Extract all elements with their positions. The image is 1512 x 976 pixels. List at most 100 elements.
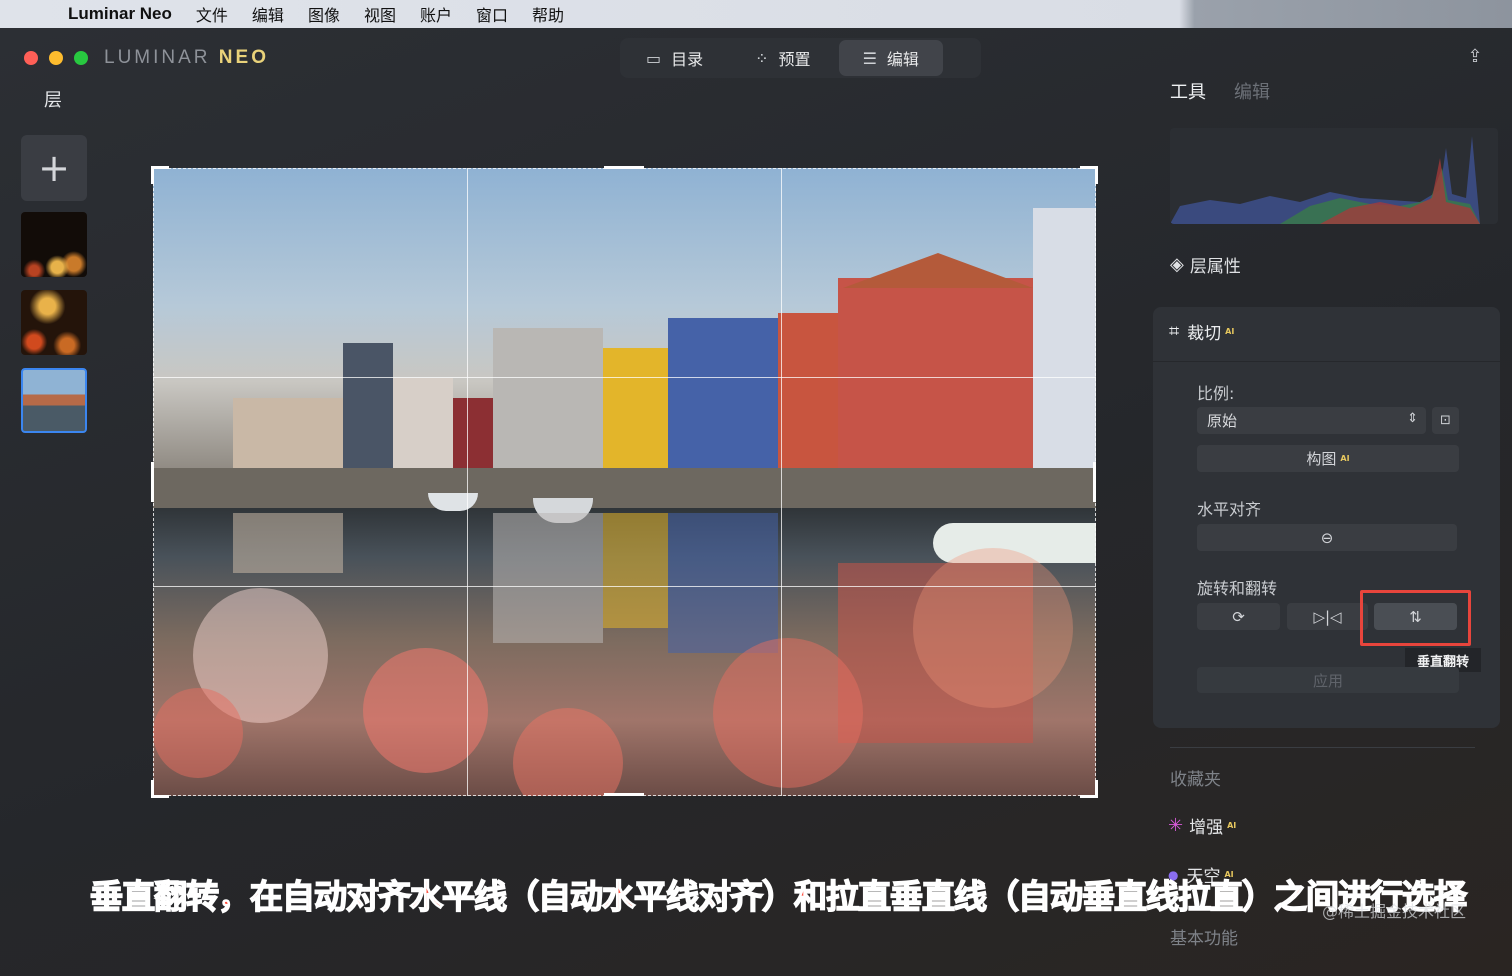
menu-file[interactable]: 文件 bbox=[196, 2, 228, 26]
add-layer-button[interactable]: + bbox=[21, 135, 87, 201]
titlebar: LUMINAR NEO ▭ 目录 ⁘ 预置 ☰ 编辑 ⇪ bbox=[0, 28, 1512, 88]
tab-presets[interactable]: ⁘ 预置 bbox=[731, 40, 834, 76]
watermark: @稀土掘金技术社区 bbox=[1322, 902, 1467, 921]
crop-handle-left[interactable] bbox=[151, 462, 154, 502]
menu-view[interactable]: 视图 bbox=[364, 2, 396, 26]
building bbox=[453, 398, 493, 473]
bokeh-light bbox=[153, 688, 243, 778]
tab-edits[interactable]: 编辑 bbox=[1234, 78, 1270, 104]
rotate-flip-label: 旋转和翻转 bbox=[1197, 579, 1278, 598]
bokeh-light bbox=[363, 648, 488, 773]
crop-handle-bottom[interactable] bbox=[604, 793, 644, 796]
crop-title: 裁切 bbox=[1187, 324, 1222, 344]
crop-header[interactable]: ⌗ 裁切 AI bbox=[1169, 319, 1234, 344]
horizon-level-icon: ⊖ bbox=[1320, 528, 1334, 547]
share-icon[interactable]: ⇪ bbox=[1464, 46, 1486, 68]
crop-handle-top[interactable] bbox=[604, 166, 644, 169]
ratio-label: 比例: bbox=[1197, 384, 1235, 403]
reflection bbox=[233, 513, 343, 573]
bokeh-light bbox=[713, 638, 863, 788]
tab-edit-label: 编辑 bbox=[886, 50, 919, 69]
compose-label: 构图 bbox=[1306, 450, 1337, 468]
divider bbox=[1153, 361, 1500, 362]
layers-icon: ◈ bbox=[1170, 254, 1184, 275]
tab-tools[interactable]: 工具 bbox=[1170, 78, 1206, 104]
chevron-updown-icon: ⇕ bbox=[1407, 411, 1418, 426]
folder-icon: ▭ bbox=[646, 48, 662, 68]
menu-app-name[interactable]: Luminar Neo bbox=[68, 4, 172, 24]
crop-handle-bottom-right[interactable] bbox=[1080, 780, 1098, 798]
building bbox=[838, 278, 1033, 473]
sparkle-icon: ✳ bbox=[1168, 815, 1184, 836]
enhance-tool[interactable]: ✳ 增强 AI bbox=[1168, 813, 1236, 838]
menu-image[interactable]: 图像 bbox=[308, 2, 340, 26]
crop-handle-top-left[interactable] bbox=[151, 166, 169, 184]
histogram bbox=[1170, 128, 1498, 224]
tab-catalog-label: 目录 bbox=[671, 50, 704, 69]
favorites-section[interactable]: 收藏夹 bbox=[1170, 765, 1221, 790]
bokeh-light bbox=[513, 708, 623, 796]
crop-handle-bottom-left[interactable] bbox=[151, 780, 169, 798]
menu-help[interactable]: 帮助 bbox=[532, 2, 564, 26]
reflection bbox=[668, 513, 778, 653]
building-roof bbox=[843, 253, 1033, 288]
mode-switcher: ▭ 目录 ⁘ 预置 ☰ 编辑 bbox=[620, 38, 981, 78]
tab-catalog[interactable]: ▭ 目录 bbox=[622, 40, 727, 76]
crop-grid-line bbox=[781, 168, 782, 796]
building bbox=[1033, 208, 1096, 473]
apply-button[interactable]: 应用 bbox=[1197, 667, 1459, 693]
ai-badge: AI bbox=[1225, 327, 1235, 336]
building bbox=[668, 318, 778, 473]
crop-grid-line bbox=[153, 377, 1096, 378]
building bbox=[603, 348, 668, 473]
reflection bbox=[493, 513, 603, 643]
compose-button[interactable]: 构图 AI bbox=[1197, 445, 1459, 472]
orientation-icon: ⊡ bbox=[1440, 413, 1451, 428]
layer-thumbnail[interactable] bbox=[21, 212, 87, 277]
menu-window[interactable]: 窗口 bbox=[476, 2, 508, 26]
crop-handle-top-right[interactable] bbox=[1080, 166, 1098, 184]
layer-thumbnail-selected[interactable] bbox=[21, 368, 87, 433]
close-window-button[interactable] bbox=[24, 51, 38, 65]
building bbox=[493, 328, 603, 473]
rotate-button[interactable]: ⟳ bbox=[1197, 603, 1280, 630]
app-logo: LUMINAR NEO bbox=[104, 47, 269, 68]
ratio-value: 原始 bbox=[1207, 412, 1238, 430]
layer-thumbnail[interactable] bbox=[21, 290, 87, 355]
ratio-select[interactable]: 原始 ⇕ bbox=[1197, 407, 1426, 434]
basic-section[interactable]: 基本功能 bbox=[1170, 924, 1238, 949]
quay-wall bbox=[153, 468, 1096, 508]
reflection bbox=[603, 513, 668, 628]
rotate-icon: ⟳ bbox=[1232, 607, 1245, 626]
ai-badge: AI bbox=[1227, 821, 1237, 830]
auto-horizon-button[interactable]: ⊖ bbox=[1197, 524, 1457, 551]
divider bbox=[1170, 747, 1475, 748]
building bbox=[393, 378, 453, 473]
photo-canvas[interactable] bbox=[153, 168, 1096, 796]
bokeh-light bbox=[913, 548, 1073, 708]
sparkle-icon: ⁘ bbox=[755, 48, 769, 68]
flip-horizontal-button[interactable]: ▷|◁ bbox=[1287, 603, 1368, 630]
orientation-toggle-button[interactable]: ⊡ bbox=[1432, 407, 1459, 434]
building bbox=[778, 313, 838, 473]
tab-edit[interactable]: ☰ 编辑 bbox=[838, 40, 943, 76]
layer-properties[interactable]: ◈ 层属性 bbox=[1170, 252, 1241, 277]
enhance-label: 增强 bbox=[1189, 818, 1224, 838]
macos-menubar: Luminar Neo 文件 编辑 图像 视图 账户 窗口 帮助 bbox=[0, 0, 1512, 28]
horizon-label: 水平对齐 bbox=[1197, 500, 1262, 519]
layers-title: 层 bbox=[44, 90, 62, 111]
menu-account[interactable]: 账户 bbox=[420, 2, 452, 26]
menu-edit[interactable]: 编辑 bbox=[252, 2, 284, 26]
ai-badge: AI bbox=[1340, 454, 1350, 463]
flip-horizontal-icon: ▷|◁ bbox=[1313, 607, 1342, 626]
layer-properties-label: 层属性 bbox=[1189, 257, 1241, 277]
minimize-window-button[interactable] bbox=[49, 51, 63, 65]
crop-grid-line bbox=[153, 586, 1096, 587]
tab-presets-label: 预置 bbox=[778, 50, 811, 69]
building bbox=[343, 343, 393, 473]
annotation-caption: 垂直翻转，在自动对齐水平线（自动水平线对齐）和拉直垂直线（自动垂直线拉直）之间进… bbox=[89, 876, 1468, 917]
annotation-highlight-box bbox=[1360, 590, 1471, 646]
crop-handle-right[interactable] bbox=[1093, 462, 1096, 502]
crop-icon: ⌗ bbox=[1169, 321, 1180, 342]
zoom-window-button[interactable] bbox=[74, 51, 88, 65]
